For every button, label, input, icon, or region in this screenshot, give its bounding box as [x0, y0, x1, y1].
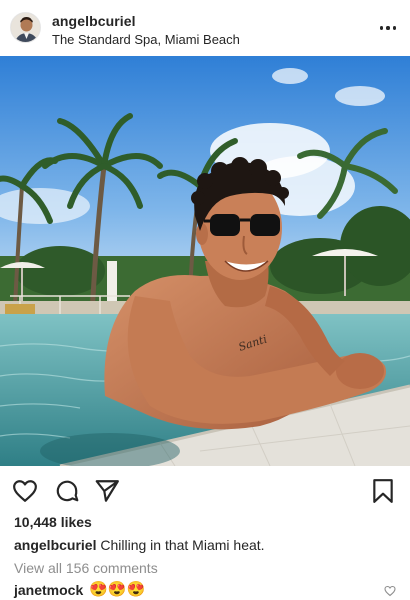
- caption-text: Chilling in that Miami heat.: [100, 537, 265, 553]
- share-icon[interactable]: [94, 478, 120, 504]
- comment-item: janetmock 😍😍😍: [14, 581, 146, 599]
- comment-username[interactable]: janetmock: [14, 582, 83, 598]
- post-photo[interactable]: Santi: [0, 56, 410, 466]
- post-location[interactable]: The Standard Spa, Miami Beach: [52, 31, 240, 48]
- avatar-image: [11, 13, 40, 42]
- bookmark-icon[interactable]: [370, 478, 396, 504]
- comment-icon[interactable]: [54, 478, 80, 504]
- comment-text: 😍😍😍: [89, 581, 146, 598]
- small-heart-icon[interactable]: [384, 585, 396, 597]
- more-options-icon[interactable]: [380, 20, 396, 36]
- view-all-comments-link[interactable]: View all 156 comments: [14, 560, 158, 576]
- likes-count[interactable]: 10,448 likes: [14, 514, 92, 530]
- heart-icon[interactable]: [12, 478, 38, 504]
- avatar[interactable]: [10, 12, 41, 43]
- caption-username[interactable]: angelbcuriel: [14, 537, 96, 553]
- action-bar: [0, 466, 410, 512]
- post-username[interactable]: angelbcuriel: [52, 13, 240, 30]
- post-caption: angelbcuriel Chilling in that Miami heat…: [14, 537, 265, 553]
- post-header: angelbcuriel The Standard Spa, Miami Bea…: [0, 0, 410, 56]
